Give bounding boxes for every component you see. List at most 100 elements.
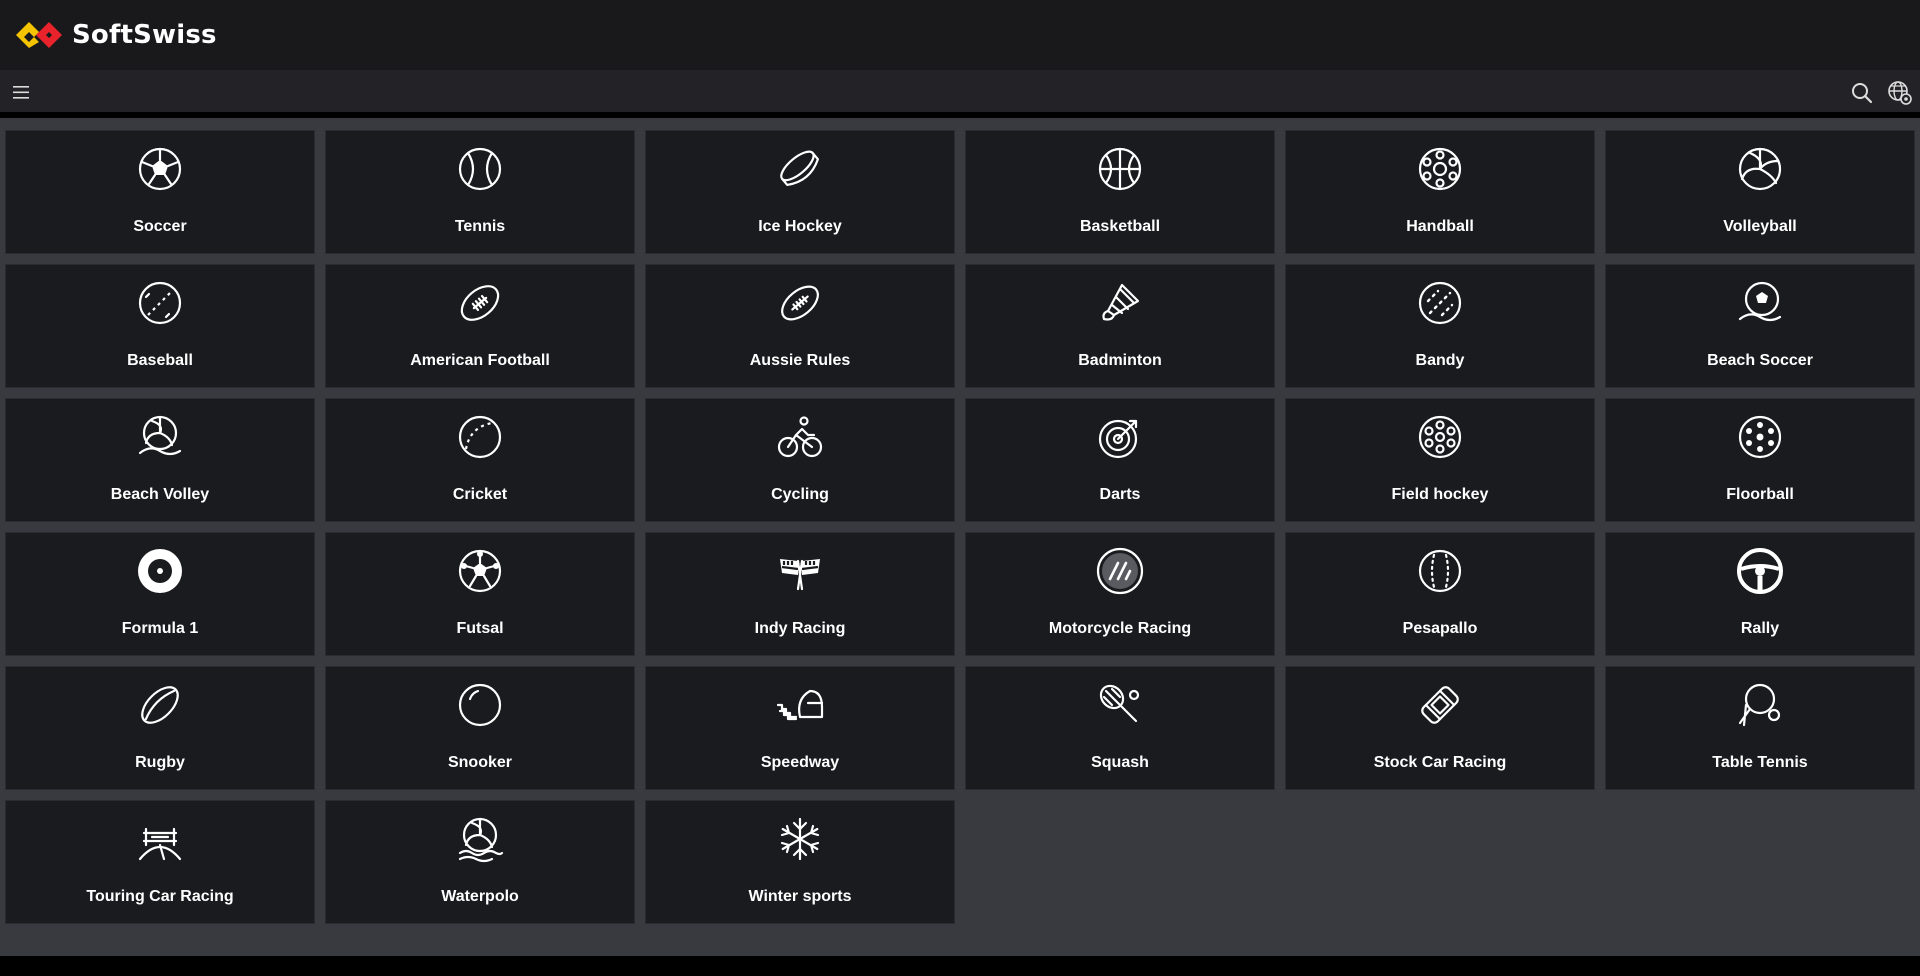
sport-tile-baseball[interactable]: Baseball — [5, 264, 315, 388]
sport-label: Speedway — [760, 754, 840, 771]
sport-tile-winter-sports[interactable]: Winter sports — [645, 800, 955, 924]
basketball-icon — [965, 145, 1275, 193]
handball-icon — [1285, 145, 1595, 193]
sport-label: Stock Car Racing — [1373, 754, 1507, 771]
sport-tile-beach-volley[interactable]: Beach Volley — [5, 398, 315, 522]
squash-racket-icon — [965, 681, 1275, 729]
brand-logo[interactable]: SoftSwiss — [14, 18, 217, 52]
waterpolo-ball-icon — [325, 815, 635, 863]
sport-label: Formula 1 — [121, 620, 199, 637]
sport-tile-volleyball[interactable]: Volleyball — [1605, 130, 1915, 254]
sport-label: Futsal — [456, 620, 504, 637]
sport-label: Aussie Rules — [749, 352, 851, 369]
sports-grid: Soccer Tennis Ice Hockey Basketball Handball… — [5, 130, 1915, 924]
steering-wheel-icon — [1605, 547, 1915, 595]
speedway-helmet-icon — [645, 681, 955, 729]
sport-tile-badminton[interactable]: Badminton — [965, 264, 1275, 388]
sport-tile-handball[interactable]: Handball — [1285, 130, 1595, 254]
sport-label: Tennis — [454, 218, 506, 235]
sport-label: Ice Hockey — [758, 218, 842, 235]
sport-label: Volleyball — [1723, 218, 1797, 235]
sport-tile-field-hockey[interactable]: Field hockey — [1285, 398, 1595, 522]
checkered-flags-icon — [645, 547, 955, 595]
sport-tile-futsal[interactable]: Futsal — [325, 532, 635, 656]
sport-label: Waterpolo — [441, 888, 519, 905]
sport-tile-snooker[interactable]: Snooker — [325, 666, 635, 790]
softswiss-logo-icon — [16, 22, 62, 48]
sport-tile-formula-1[interactable]: Formula 1 — [5, 532, 315, 656]
globe-settings-icon[interactable] — [1887, 80, 1913, 106]
sport-label: Bandy — [1415, 352, 1465, 369]
american-football-icon — [325, 279, 635, 327]
sport-label: Floorball — [1726, 486, 1794, 503]
touring-car-icon — [5, 815, 315, 863]
volleyball-icon — [1605, 145, 1915, 193]
sport-tile-pesapallo[interactable]: Pesapallo — [1285, 532, 1595, 656]
soccer-ball-icon — [5, 145, 315, 193]
sport-label: Touring Car Racing — [86, 888, 234, 905]
sport-tile-american-football[interactable]: American Football — [325, 264, 635, 388]
cricket-ball-icon — [325, 413, 635, 461]
sport-tile-stock-car-racing[interactable]: Stock Car Racing — [1285, 666, 1595, 790]
sport-tile-darts[interactable]: Darts — [965, 398, 1275, 522]
sport-label: Cycling — [771, 486, 829, 503]
sport-tile-speedway[interactable]: Speedway — [645, 666, 955, 790]
sport-label: Handball — [1406, 218, 1474, 235]
baseball-icon — [5, 279, 315, 327]
sport-tile-soccer[interactable]: Soccer — [5, 130, 315, 254]
cycling-icon — [645, 413, 955, 461]
motorcycle-racing-icon — [965, 547, 1275, 595]
sport-label: Pesapallo — [1402, 620, 1478, 637]
search-icon[interactable] — [1849, 80, 1875, 106]
sport-label: Snooker — [447, 754, 512, 771]
sport-label: Baseball — [127, 352, 193, 369]
sport-tile-indy-racing[interactable]: Indy Racing — [645, 532, 955, 656]
sport-tile-tennis[interactable]: Tennis — [325, 130, 635, 254]
sport-label: Field hockey — [1391, 486, 1489, 503]
futsal-ball-icon — [325, 547, 635, 595]
sport-label: Rally — [1740, 620, 1780, 637]
nav-bar — [0, 70, 1920, 115]
brand-name: SoftSwiss — [72, 20, 217, 50]
sport-tile-bandy[interactable]: Bandy — [1285, 264, 1595, 388]
snowflake-icon — [645, 815, 955, 863]
pesapallo-ball-icon — [1285, 547, 1595, 595]
sport-label: Table Tennis — [1712, 754, 1808, 771]
sport-label: Beach Soccer — [1707, 352, 1813, 369]
field-hockey-ball-icon — [1285, 413, 1595, 461]
sport-tile-rally[interactable]: Rally — [1605, 532, 1915, 656]
sport-tile-floorball[interactable]: Floorball — [1605, 398, 1915, 522]
aussie-rules-ball-icon — [645, 279, 955, 327]
sport-tile-waterpolo[interactable]: Waterpolo — [325, 800, 635, 924]
sport-tile-table-tennis[interactable]: Table Tennis — [1605, 666, 1915, 790]
beach-volley-icon — [5, 413, 315, 461]
beach-soccer-icon — [1605, 279, 1915, 327]
sport-label: Soccer — [133, 218, 187, 235]
formula-1-tire-icon — [5, 547, 315, 595]
bottom-bar — [0, 956, 1920, 976]
sport-tile-ice-hockey[interactable]: Ice Hockey — [645, 130, 955, 254]
sport-tile-motorcycle-racing[interactable]: Motorcycle Racing — [965, 532, 1275, 656]
snooker-ball-icon — [325, 681, 635, 729]
sport-tile-touring-car-racing[interactable]: Touring Car Racing — [5, 800, 315, 924]
hamburger-menu-icon[interactable] — [12, 83, 32, 101]
sport-tile-cycling[interactable]: Cycling — [645, 398, 955, 522]
sport-label: Rugby — [135, 754, 185, 771]
sport-tile-rugby[interactable]: Rugby — [5, 666, 315, 790]
sport-tile-squash[interactable]: Squash — [965, 666, 1275, 790]
sport-tile-beach-soccer[interactable]: Beach Soccer — [1605, 264, 1915, 388]
sport-label: Beach Volley — [110, 486, 210, 503]
sport-tile-cricket[interactable]: Cricket — [325, 398, 635, 522]
sport-label: Badminton — [1078, 352, 1162, 369]
tennis-ball-icon — [325, 145, 635, 193]
top-header: SoftSwiss — [0, 0, 1920, 70]
sport-tile-aussie-rules[interactable]: Aussie Rules — [645, 264, 955, 388]
floorball-icon — [1605, 413, 1915, 461]
hockey-puck-icon — [645, 145, 955, 193]
sport-label: Darts — [1099, 486, 1141, 503]
sport-label: American Football — [410, 352, 550, 369]
table-tennis-paddle-icon — [1605, 681, 1915, 729]
sport-tile-basketball[interactable]: Basketball — [965, 130, 1275, 254]
stock-car-icon — [1285, 681, 1595, 729]
sport-label: Motorcycle Racing — [1048, 620, 1192, 637]
